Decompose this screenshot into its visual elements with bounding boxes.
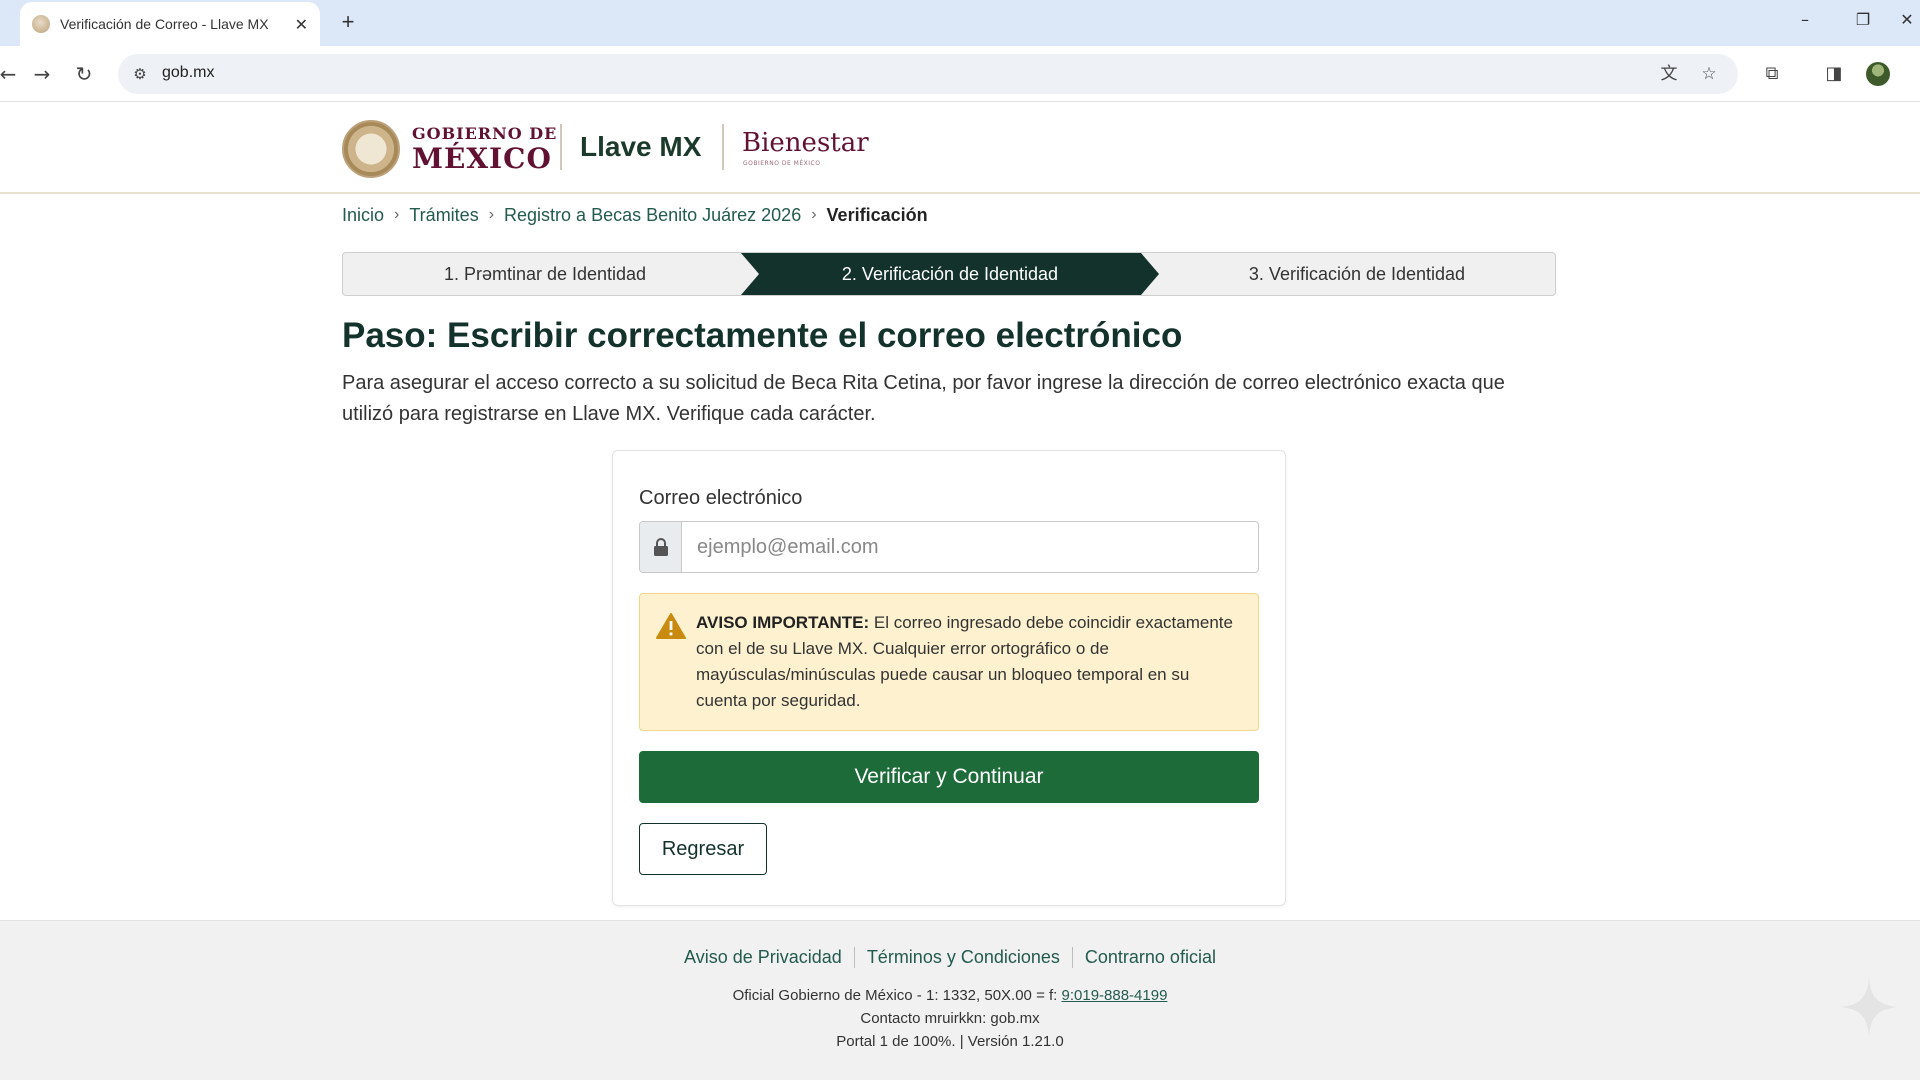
browser-tab[interactable]: Verificación de Correo - Llave MX ✕ (20, 2, 320, 46)
step-3: 3. Verificación de Identidad (1248, 264, 1466, 284)
step-1: 1. Prəmtinar de Identidad (443, 264, 647, 284)
page-title: Paso: Escribir correctamente el correo e… (342, 316, 1183, 355)
page-description: Para asegurar el acceso correcto a su so… (342, 372, 1505, 425)
breadcrumb: Inicio › Trámites › Registro a Becas Ben… (342, 203, 928, 227)
sparkle-icon (1840, 978, 1898, 1036)
chevron-right-icon: › (394, 206, 400, 223)
gobierno-logo-line1: GOBIERNO DE (412, 124, 558, 143)
back-icon[interactable]: ← (0, 60, 22, 88)
email-label: Correo electrónico (639, 487, 803, 509)
footer-phone-link[interactable]: 9:019-888-4199 (1062, 987, 1168, 1004)
browser-tabstrip: Verificación de Correo - Llave MX ✕ + – … (0, 0, 1920, 46)
forward-icon[interactable]: → (28, 60, 56, 88)
side-panel-icon[interactable]: ◨ (1822, 62, 1846, 86)
coat-of-arms-icon (342, 120, 400, 178)
bienestar-logo: Bienestar (742, 128, 869, 158)
email-input-group (639, 521, 1259, 573)
email-input[interactable] (683, 522, 1258, 572)
header-divider (560, 124, 562, 170)
url-text[interactable]: gob.mx (162, 64, 214, 82)
step-2: 2. Verificación de Identidad (841, 264, 1059, 284)
new-tab-button[interactable]: + (334, 8, 362, 36)
restore-icon[interactable]: ❐ (1848, 10, 1878, 29)
verify-continue-button[interactable]: Verificar y Continuar (639, 751, 1259, 803)
address-bar[interactable]: ⚙ gob.mx 文 ☆ (118, 54, 1738, 94)
footer-link-privacy[interactable]: Aviso de Privacidad (672, 947, 854, 968)
translate-icon[interactable]: 文 (1658, 63, 1680, 85)
footer-official-text: Oficial Gobierno de México - 1: 1332, 50… (732, 987, 1062, 1004)
window-close-icon[interactable]: ✕ (1896, 10, 1918, 29)
footer-link-terms[interactable]: Términos y Condiciones (853, 947, 1072, 968)
tab-close-icon[interactable]: ✕ (295, 15, 308, 34)
extensions-icon[interactable]: ⧉ (1760, 62, 1784, 86)
verification-form-card: Correo electrónico AVISO IMPORTANTE: El … (612, 450, 1286, 906)
warning-icon (656, 613, 686, 639)
warning-alert: AVISO IMPORTANTE: El correo ingresado de… (639, 593, 1259, 731)
breadcrumb-inicio[interactable]: Inicio (342, 205, 384, 226)
breadcrumb-current: Verificación (826, 204, 928, 225)
footer-links: Aviso de Privacidad Términos y Condicion… (0, 947, 1900, 968)
browser-toolbar: ← → ↻ ⚙ gob.mx 文 ☆ ⧉ ◨ (0, 46, 1920, 102)
alert-message: AVISO IMPORTANTE: El correo ingresado de… (696, 610, 1241, 714)
bienestar-subtitle: GOBIERNO DE MÉXICO (743, 160, 821, 167)
footer-official-line: Oficial Gobierno de México - 1: 1332, 50… (0, 987, 1900, 1004)
profile-avatar[interactable] (1866, 62, 1890, 86)
tab-title: Verificación de Correo - Llave MX (60, 16, 269, 32)
chevron-right-icon: › (488, 206, 495, 223)
minimize-icon[interactable]: – (1790, 10, 1820, 29)
chevron-right-icon: › (811, 206, 817, 223)
progress-stepper: 1. Prəmtinar de Identidad 2. Verificació… (342, 252, 1556, 296)
reload-icon[interactable]: ↻ (70, 60, 98, 88)
footer-link-contact[interactable]: Contrarno oficial (1071, 947, 1228, 968)
site-header: GOBIERNO DE MÉXICO Llave MX Bienestar GO… (0, 102, 1920, 194)
footer-contact-line: Contacto mruirkkn: gob.mx (860, 1010, 1040, 1027)
site-footer: Aviso de Privacidad Términos y Condicion… (0, 920, 1920, 1080)
alert-heading: AVISO IMPORTANTE: (696, 613, 870, 632)
bookmark-star-icon[interactable]: ☆ (1698, 63, 1720, 85)
footer-version-line: Portal 1 de 100%. | Versión 1.21.0 (836, 1033, 1064, 1050)
breadcrumb-registro[interactable]: Registro a Becas Benito Juárez 2026 (504, 205, 801, 226)
site-settings-icon[interactable]: ⚙ (130, 64, 150, 84)
favicon-icon (32, 15, 50, 33)
header-divider (722, 124, 724, 170)
breadcrumb-tramites[interactable]: Trámites (409, 205, 478, 226)
lock-icon (640, 522, 682, 572)
llave-mx-logo: Llave MX (580, 131, 702, 162)
back-button[interactable]: Regresar (639, 823, 767, 875)
gobierno-logo-line2: MÉXICO (412, 142, 552, 175)
